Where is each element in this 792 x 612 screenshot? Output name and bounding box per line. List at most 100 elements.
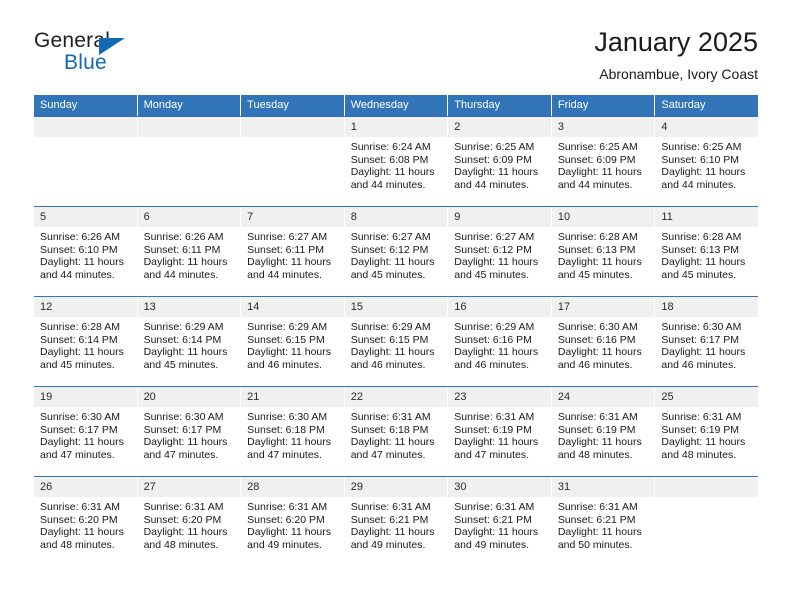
sunset-text: Sunset: 6:20 PM [40, 513, 118, 526]
calendar-day-cell[interactable]: 6 Sunrise: 6:26 AM Sunset: 6:11 PM Daylight… [137, 207, 241, 297]
daylight-text: Daylight: 11 hours and 44 minutes. [557, 166, 642, 191]
sunset-text: Sunset: 6:09 PM [454, 153, 532, 166]
sunset-text: Sunset: 6:16 PM [557, 333, 636, 346]
sunset-text: Sunset: 6:18 PM [350, 423, 429, 436]
daylight-text: Daylight: 11 hours and 50 minutes. [557, 526, 642, 551]
day-number: 30 [448, 477, 551, 498]
daylight-text: Daylight: 11 hours and 46 minutes. [661, 346, 746, 371]
day-number: 11 [655, 207, 758, 228]
calendar-day-cell[interactable]: 27 Sunrise: 6:31 AM Sunset: 6:20 PM Dayligh… [137, 477, 241, 567]
calendar-day-cell[interactable]: 12 Sunrise: 6:28 AM Sunset: 6:14 PM Dayligh… [34, 297, 137, 387]
calendar-day-cell[interactable]: 2 Sunrise: 6:25 AM Sunset: 6:09 PM Daylight… [448, 117, 551, 207]
calendar-day-cell[interactable]: 3 Sunrise: 6:25 AM Sunset: 6:09 PM Daylight… [551, 117, 655, 207]
daylight-text: Daylight: 11 hours and 45 minutes. [661, 256, 746, 281]
title-block: January 2025 Abronambue, Ivory Coast [594, 27, 758, 82]
calendar-day-cell[interactable]: 25 Sunrise: 6:31 AM Sunset: 6:19 PM Dayligh… [655, 387, 758, 477]
day-number: 14 [241, 297, 344, 318]
sunset-text: Sunset: 6:20 PM [247, 513, 325, 526]
calendar-day-cell[interactable]: 24 Sunrise: 6:31 AM Sunset: 6:19 PM Dayligh… [551, 387, 655, 477]
calendar-day-cell[interactable]: 23 Sunrise: 6:31 AM Sunset: 6:19 PM Dayligh… [448, 387, 551, 477]
day-details: Sunrise: 6:25 AM Sunset: 6:10 PM Daylight:… [655, 137, 758, 191]
calendar-day-cell[interactable]: 13 Sunrise: 6:29 AM Sunset: 6:14 PM Dayligh… [137, 297, 241, 387]
day-details: Sunrise: 6:29 AM Sunset: 6:15 PM Daylight:… [241, 317, 344, 371]
calendar-day-cell[interactable]: 18 Sunrise: 6:30 AM Sunset: 6:17 PM Dayligh… [655, 297, 758, 387]
calendar-day-cell[interactable]: 31 Sunrise: 6:31 AM Sunset: 6:21 PM Dayligh… [551, 477, 655, 567]
calendar-day-cell[interactable]: 28 Sunrise: 6:31 AM Sunset: 6:20 PM Dayligh… [241, 477, 344, 567]
calendar-day-cell-empty [34, 117, 137, 207]
calendar-day-cell[interactable]: 15 Sunrise: 6:29 AM Sunset: 6:15 PM Dayligh… [344, 297, 448, 387]
day-number: 28 [241, 477, 344, 498]
daylight-text: Daylight: 11 hours and 49 minutes. [247, 526, 331, 551]
calendar-day-cell[interactable]: 10 Sunrise: 6:28 AM Sunset: 6:13 PM Dayligh… [551, 207, 655, 297]
day-number: 22 [344, 387, 448, 408]
calendar-day-cell[interactable]: 7 Sunrise: 6:27 AM Sunset: 6:11 PM Daylight… [241, 207, 344, 297]
sunset-text: Sunset: 6:11 PM [247, 243, 324, 256]
calendar-day-cell[interactable]: 8 Sunrise: 6:27 AM Sunset: 6:12 PM Daylight… [344, 207, 448, 297]
calendar-day-cell[interactable]: 30 Sunrise: 6:31 AM Sunset: 6:21 PM Dayligh… [448, 477, 551, 567]
day-number: 29 [344, 477, 448, 498]
day-number: 16 [448, 297, 551, 318]
calendar-day-cell[interactable]: 29 Sunrise: 6:31 AM Sunset: 6:21 PM Dayligh… [344, 477, 448, 567]
calendar-day-cell[interactable]: 16 Sunrise: 6:29 AM Sunset: 6:16 PM Dayligh… [448, 297, 551, 387]
calendar-week-row: 26 Sunrise: 6:31 AM Sunset: 6:20 PM Dayligh… [34, 476, 758, 567]
day-details: Sunrise: 6:30 AM Sunset: 6:17 PM Daylight:… [138, 407, 241, 461]
calendar-day-cell-empty [241, 117, 344, 207]
sunrise-text: Sunrise: 6:27 AM [247, 231, 328, 244]
day-details: Sunrise: 6:27 AM Sunset: 6:11 PM Daylight:… [241, 227, 344, 281]
day-number: 15 [344, 297, 448, 318]
calendar-day-cell[interactable]: 5 Sunrise: 6:26 AM Sunset: 6:10 PM Daylight… [34, 207, 137, 297]
sunset-text: Sunset: 6:18 PM [247, 423, 325, 436]
calendar-day-cell[interactable]: 20 Sunrise: 6:30 AM Sunset: 6:17 PM Dayligh… [137, 387, 241, 477]
daylight-text: Daylight: 11 hours and 48 minutes. [661, 436, 746, 461]
calendar-day-cell[interactable]: 19 Sunrise: 6:30 AM Sunset: 6:17 PM Dayligh… [34, 387, 137, 477]
page-title: January 2025 [594, 27, 758, 57]
calendar-week-row: 12 Sunrise: 6:28 AM Sunset: 6:14 PM Dayligh… [34, 296, 758, 387]
day-number: 10 [551, 207, 655, 228]
calendar-day-cell[interactable]: 9 Sunrise: 6:27 AM Sunset: 6:12 PM Daylight… [448, 207, 551, 297]
weekday-sunday: Sunday [34, 95, 137, 117]
day-number: 23 [448, 387, 551, 408]
calendar-day-cell[interactable]: 22 Sunrise: 6:31 AM Sunset: 6:18 PM Dayligh… [344, 387, 448, 477]
day-number: 25 [655, 387, 758, 408]
calendar-day-cell[interactable]: 1 Sunrise: 6:24 AM Sunset: 6:08 PM Daylight… [344, 117, 448, 207]
sunrise-text: Sunrise: 6:25 AM [557, 141, 638, 154]
daylight-text: Daylight: 11 hours and 48 minutes. [557, 436, 642, 461]
day-number: 7 [241, 207, 344, 228]
daylight-text: Daylight: 11 hours and 44 minutes. [454, 166, 539, 191]
calendar-day-cell[interactable]: 14 Sunrise: 6:29 AM Sunset: 6:15 PM Dayligh… [241, 297, 344, 387]
calendar-day-cell[interactable]: 17 Sunrise: 6:30 AM Sunset: 6:16 PM Dayligh… [551, 297, 655, 387]
calendar-day-cell[interactable]: 26 Sunrise: 6:31 AM Sunset: 6:20 PM Dayligh… [34, 477, 137, 567]
day-details: Sunrise: 6:31 AM Sunset: 6:21 PM Daylight:… [552, 497, 655, 551]
calendar-day-cell[interactable]: 4 Sunrise: 6:25 AM Sunset: 6:10 PM Daylight… [655, 117, 758, 207]
day-details: Sunrise: 6:25 AM Sunset: 6:09 PM Daylight:… [552, 137, 655, 191]
calendar-weeks: 1 Sunrise: 6:24 AM Sunset: 6:08 PM Daylight… [34, 116, 758, 567]
sunrise-text: Sunrise: 6:30 AM [40, 411, 120, 424]
day-details: Sunrise: 6:30 AM Sunset: 6:17 PM Daylight:… [655, 317, 758, 371]
day-number [655, 477, 758, 498]
day-details: Sunrise: 6:31 AM Sunset: 6:20 PM Daylight:… [241, 497, 344, 551]
day-details: Sunrise: 6:29 AM Sunset: 6:15 PM Daylight:… [345, 317, 448, 371]
day-number: 4 [655, 117, 758, 138]
daylight-text: Daylight: 11 hours and 44 minutes. [247, 256, 331, 281]
sunrise-text: Sunrise: 6:31 AM [143, 501, 224, 514]
day-details: Sunrise: 6:29 AM Sunset: 6:14 PM Daylight:… [138, 317, 241, 371]
sunrise-text: Sunrise: 6:27 AM [454, 231, 535, 244]
calendar-day-cell[interactable]: 21 Sunrise: 6:30 AM Sunset: 6:18 PM Dayligh… [241, 387, 344, 477]
calendar-day-cell[interactable]: 11 Sunrise: 6:28 AM Sunset: 6:13 PM Dayligh… [655, 207, 758, 297]
day-details: Sunrise: 6:31 AM Sunset: 6:21 PM Daylight:… [448, 497, 551, 551]
weekday-wednesday: Wednesday [344, 95, 448, 117]
day-details: Sunrise: 6:26 AM Sunset: 6:11 PM Daylight:… [138, 227, 241, 281]
daylight-text: Daylight: 11 hours and 47 minutes. [143, 436, 228, 461]
day-details: Sunrise: 6:28 AM Sunset: 6:13 PM Daylight:… [552, 227, 655, 281]
sunrise-text: Sunrise: 6:26 AM [40, 231, 120, 244]
daylight-text: Daylight: 11 hours and 46 minutes. [454, 346, 539, 371]
sunrise-text: Sunrise: 6:30 AM [247, 411, 328, 424]
daylight-text: Daylight: 11 hours and 45 minutes. [557, 256, 642, 281]
daylight-text: Daylight: 11 hours and 48 minutes. [143, 526, 228, 551]
sunset-text: Sunset: 6:21 PM [557, 513, 636, 526]
brand-logo[interactable]: General Blue [34, 27, 154, 77]
day-details: Sunrise: 6:30 AM Sunset: 6:17 PM Daylight:… [34, 407, 137, 461]
daylight-text: Daylight: 11 hours and 44 minutes. [40, 256, 124, 281]
day-details: Sunrise: 6:28 AM Sunset: 6:14 PM Daylight:… [34, 317, 137, 371]
sunrise-text: Sunrise: 6:24 AM [350, 141, 431, 154]
